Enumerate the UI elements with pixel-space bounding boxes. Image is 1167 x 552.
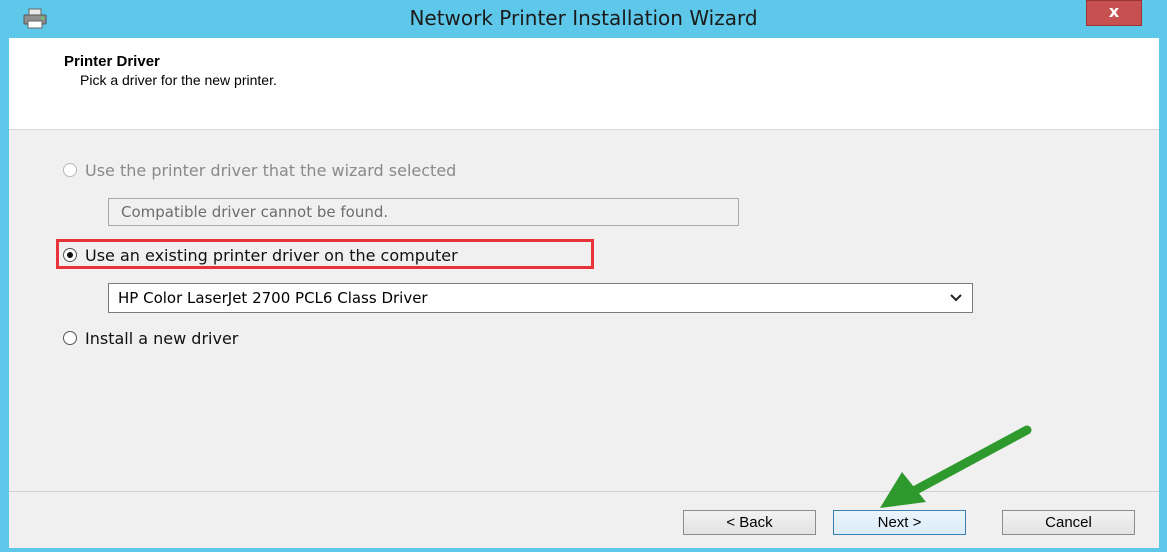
close-button[interactable]: x — [1086, 0, 1142, 26]
window-title: Network Printer Installation Wizard — [409, 6, 758, 30]
option-existing-driver-label: Use an existing printer driver on the co… — [85, 245, 458, 265]
chevron-down-icon — [950, 294, 962, 302]
option-existing-driver[interactable]: Use an existing printer driver on the co… — [63, 242, 458, 268]
driver-select[interactable]: HP Color LaserJet 2700 PCL6 Class Driver — [108, 283, 973, 313]
radio-wizard-selected[interactable] — [63, 163, 77, 177]
back-button[interactable]: < Back — [683, 510, 816, 535]
radio-existing-driver[interactable] — [63, 248, 77, 262]
title-bar[interactable]: Network Printer Installation Wizard x — [0, 0, 1167, 38]
footer-separator — [9, 491, 1159, 492]
wizard-body: Printer Driver Pick a driver for the new… — [9, 38, 1159, 548]
next-button[interactable]: Next > — [833, 510, 966, 535]
wizard-header: Printer Driver Pick a driver for the new… — [9, 38, 1159, 130]
option-install-new[interactable]: Install a new driver — [63, 325, 238, 351]
driver-select-value: HP Color LaserJet 2700 PCL6 Class Driver — [118, 289, 428, 307]
option-wizard-selected-label: Use the printer driver that the wizard s… — [85, 160, 457, 180]
wizard-driver-field: Compatible driver cannot be found. — [108, 198, 739, 226]
radio-install-new[interactable] — [63, 331, 77, 345]
option-wizard-selected[interactable]: Use the printer driver that the wizard s… — [63, 157, 456, 183]
page-subtitle: Pick a driver for the new printer. — [80, 72, 277, 88]
option-install-new-label: Install a new driver — [85, 328, 239, 348]
close-icon: x — [1108, 2, 1120, 21]
wizard-window: Network Printer Installation Wizard x Pr… — [0, 0, 1167, 552]
cancel-button[interactable]: Cancel — [1002, 510, 1135, 535]
page-title: Printer Driver — [64, 53, 160, 70]
